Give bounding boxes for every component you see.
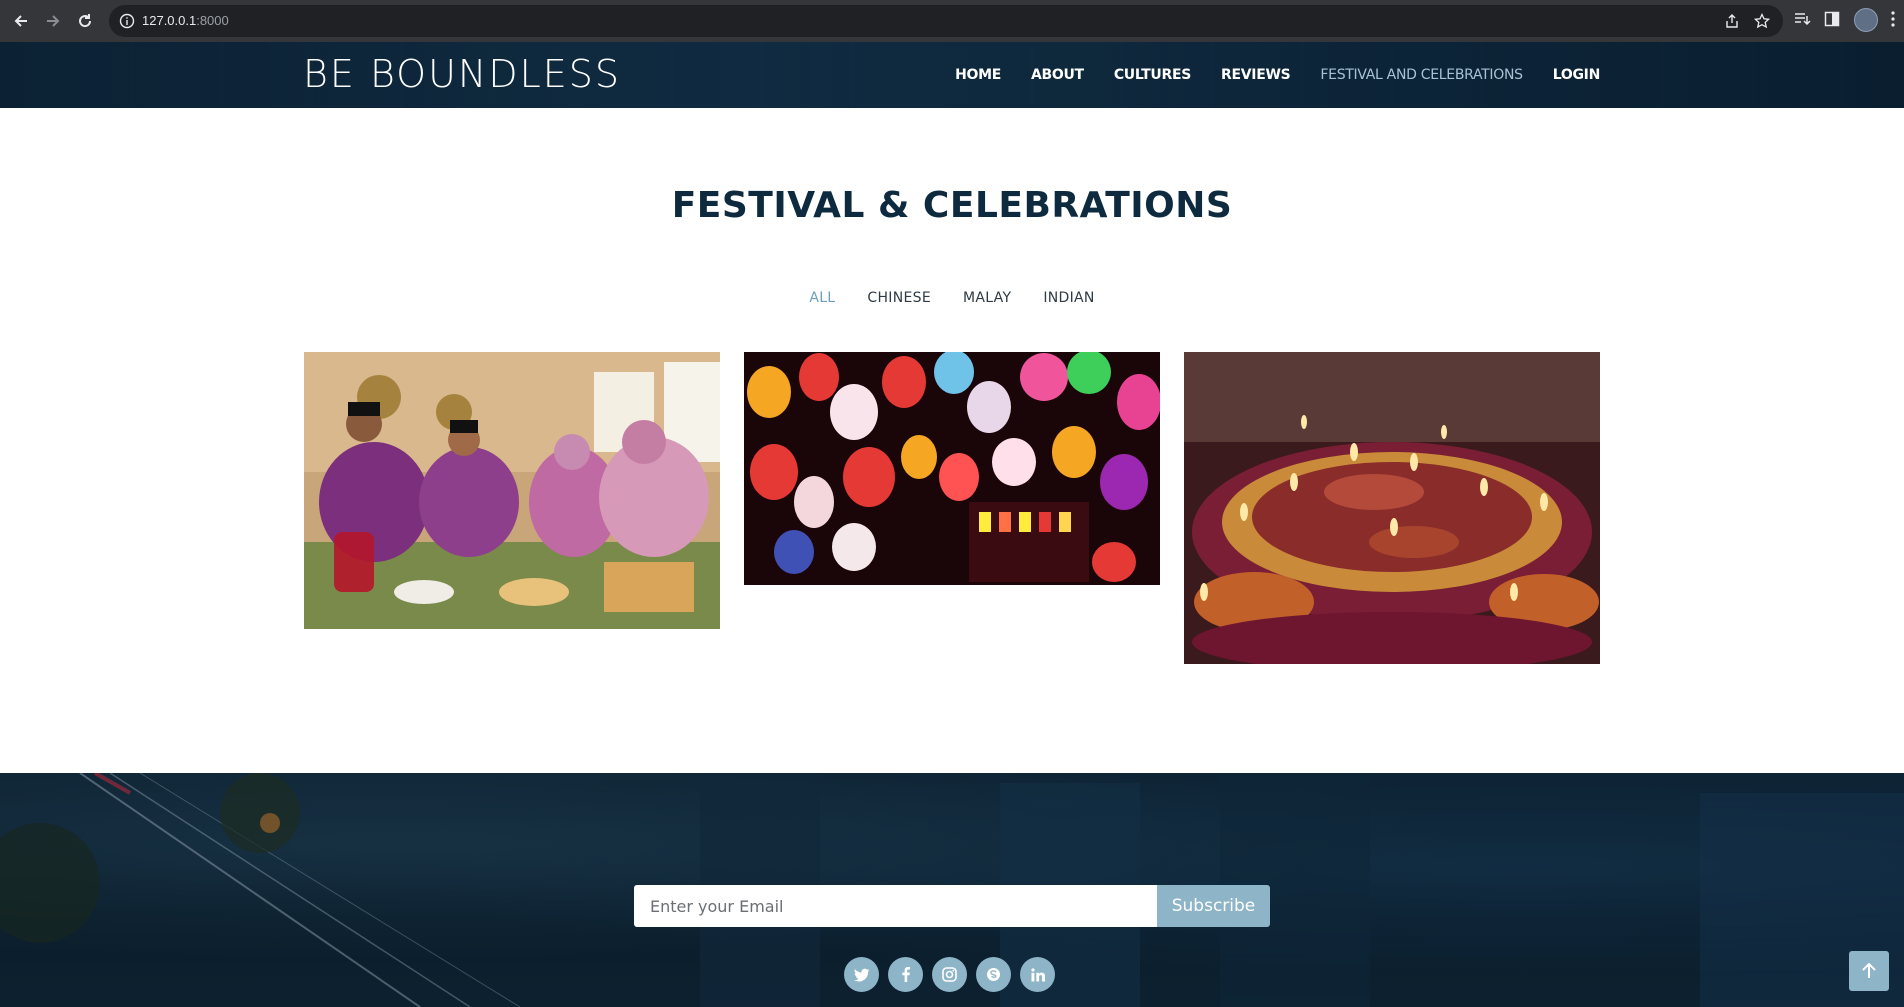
filter-malay[interactable]: MALAY: [963, 290, 1011, 306]
page-title: FESTIVAL & CELEBRATIONS: [671, 185, 1233, 226]
back-arrow-icon: [14, 15, 27, 27]
browser-toolbar: 127.0.0.1:8000: [0, 0, 1904, 42]
nav-festival-and-celebrations[interactable]: FESTIVAL AND CELEBRATIONS: [1320, 67, 1523, 83]
malay-celebration-image: [304, 352, 720, 629]
filter-chinese[interactable]: CHINESE: [867, 290, 931, 306]
email-input[interactable]: [634, 885, 1157, 927]
reading-list-icon[interactable]: [1793, 10, 1811, 28]
reload-button[interactable]: [71, 7, 99, 35]
diya-lamps-image: [1184, 352, 1600, 664]
info-icon[interactable]: [119, 13, 135, 29]
profile-avatar[interactable]: [1854, 8, 1878, 32]
back-to-top-button[interactable]: [1849, 951, 1889, 991]
forward-arrow-icon: [47, 15, 60, 27]
instagram-link[interactable]: [932, 957, 967, 992]
nav-login[interactable]: LOGIN: [1553, 67, 1601, 83]
nav-about[interactable]: ABOUT: [1031, 67, 1084, 83]
gallery-image-malay[interactable]: [304, 352, 720, 629]
nav-reviews[interactable]: REVIEWS: [1221, 67, 1291, 83]
reload-icon: [79, 14, 92, 28]
filter-indian[interactable]: INDIAN: [1043, 290, 1094, 306]
menu-dots-icon[interactable]: [1890, 10, 1896, 28]
filter-all[interactable]: ALL: [809, 290, 835, 306]
lanterns-image: [744, 352, 1160, 585]
category-filters: ALL CHINESE MALAY INDIAN: [0, 290, 1904, 306]
instagram-icon: [942, 967, 957, 982]
nav-cultures[interactable]: CULTURES: [1114, 67, 1192, 83]
address-bar[interactable]: 127.0.0.1:8000: [109, 5, 1783, 37]
back-button[interactable]: [7, 7, 35, 35]
twitter-icon: [853, 968, 869, 981]
facebook-link[interactable]: [888, 957, 923, 992]
skype-link[interactable]: [976, 957, 1011, 992]
nav-home[interactable]: HOME: [955, 67, 1001, 83]
twitter-link[interactable]: [844, 957, 879, 992]
url-text: 127.0.0.1:8000: [142, 13, 229, 28]
gallery-image-indian[interactable]: [1184, 352, 1600, 664]
site-header: BE BOUNDLESS HOME ABOUT CULTURES REVIEWS…: [0, 42, 1904, 108]
main-nav: HOME ABOUT CULTURES REVIEWS FESTIVAL AND…: [925, 42, 1600, 108]
share-icon[interactable]: [1724, 13, 1740, 29]
side-panel-icon[interactable]: [1824, 10, 1840, 28]
linkedin-icon: [1030, 967, 1045, 981]
subscribe-button[interactable]: Subscribe: [1157, 885, 1270, 927]
site-footer: Subscribe: [0, 773, 1904, 1007]
arrow-up-icon: [1862, 963, 1876, 978]
forward-button[interactable]: [39, 7, 67, 35]
site-logo[interactable]: BE BOUNDLESS: [303, 52, 621, 96]
bookmark-star-icon[interactable]: [1754, 13, 1770, 29]
facebook-icon: [901, 967, 910, 982]
skype-icon: [987, 968, 1000, 981]
gallery-image-chinese[interactable]: [744, 352, 1160, 585]
linkedin-link[interactable]: [1020, 957, 1055, 992]
